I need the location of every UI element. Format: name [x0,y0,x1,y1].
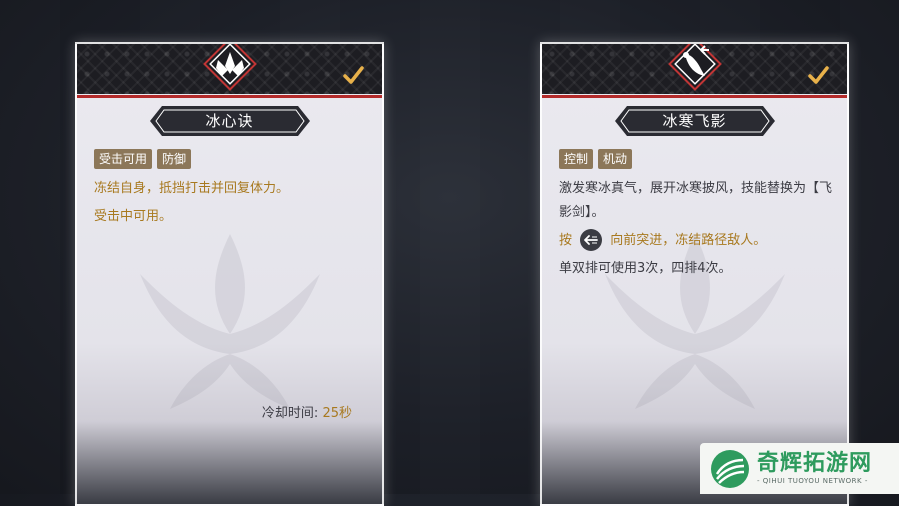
card-header [77,44,382,98]
tag: 受击可用 [94,149,153,169]
flower-watermark-icon [139,234,320,409]
skill-card-binghanfeiying[interactable]: 冰寒飞影 控制 机动 激发寒冰真气，展开冰寒披风，技能替换为【飞影剑】。 按 向… [540,42,849,506]
card-header [542,44,847,98]
skill-name-banner: 冰心诀 [149,106,310,136]
skill-description: 控制 机动 激发寒冰真气，展开冰寒披风，技能替换为【飞影剑】。 按 向前突进，冻… [559,149,833,281]
skill-name: 冰寒飞影 [662,112,727,130]
checkmark-icon [343,66,364,84]
lotus-icon [202,44,257,91]
site-logo-icon [711,449,749,488]
description-line: 受击中可用。 [94,209,173,224]
skill-description: 受击可用 防御 冻结自身，抵挡打击并回复体力。 受击中可用。 [94,149,368,229]
key-prefix: 按 [559,233,573,248]
description-line: 冻结自身，抵挡打击并回复体力。 [94,181,290,196]
skill-name: 冰心诀 [205,112,254,130]
watermark-subtitle: - QIHUI TUOYOU NETWORK - [757,476,868,485]
description-line: 激发寒冰真气，展开冰寒披风，技能替换为【飞影剑】。 [559,181,833,220]
description-line: 按 向前突进，冻结路径敌人。 [559,228,833,253]
cooldown-label: 冷却时间: [261,406,319,421]
cooldown: 冷却时间: 25秒 [262,402,352,421]
tag-list: 受击可用 防御 [94,149,368,169]
checkmark-icon [808,66,829,84]
tag-list: 控制 机动 [559,149,833,169]
crane-icon [667,44,722,91]
watermark-title: 奇辉拓游网 [757,450,873,476]
description-line: 单双排可使用3次，四排4次。 [559,261,732,276]
key-suffix: 向前突进，冻结路径敌人。 [610,233,767,248]
dash-arrow-icon [580,228,603,251]
skill-card-bingxinjue[interactable]: 冰心诀 受击可用 防御 冻结自身，抵挡打击并回复体力。 受击中可用。 冷却时间:… [75,42,384,506]
skill-name-banner: 冰寒飞影 [614,106,775,136]
tag: 防御 [157,149,192,169]
tag: 机动 [598,149,633,169]
tag: 控制 [559,149,594,169]
site-watermark: 奇辉拓游网 - QIHUI TUOYOU NETWORK - [700,443,899,494]
cooldown-value: 25秒 [322,406,352,421]
